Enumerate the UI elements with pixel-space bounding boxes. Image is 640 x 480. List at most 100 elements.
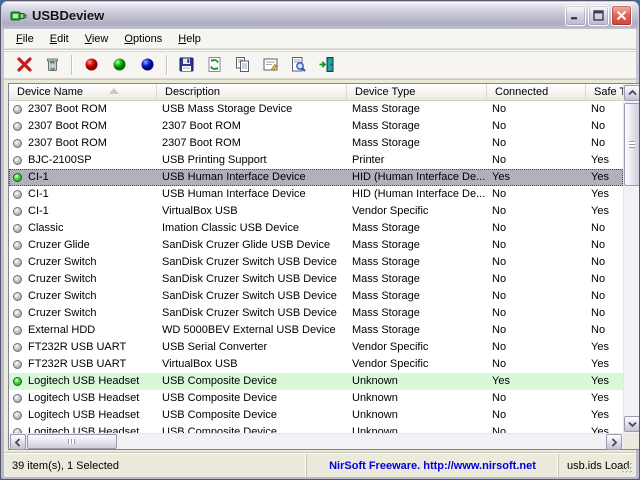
copy-button[interactable]: [230, 53, 254, 77]
device-row[interactable]: CI-1USB Human Interface DeviceHID (Human…: [9, 169, 623, 186]
column-header-description[interactable]: Description: [157, 84, 347, 101]
device-row[interactable]: Logitech USB HeadsetUSB Composite Device…: [9, 373, 623, 390]
column-label: Connected: [495, 86, 548, 98]
enable-disable-device-button[interactable]: [135, 53, 159, 77]
safe-to-unplug-cell: No: [586, 271, 623, 288]
device-name-text: Cruzer Switch: [28, 271, 96, 288]
status-nirsoft-link[interactable]: NirSoft Freeware. http://www.nirsoft.net: [306, 454, 558, 477]
device-name-cell: FT232R USB UART: [9, 356, 157, 373]
device-row[interactable]: Cruzer SwitchSanDisk Cruzer Switch USB D…: [9, 288, 623, 305]
nirsoft-freeware-text[interactable]: NirSoft Freeware. http://www.nirsoft.net: [329, 460, 536, 472]
scroll-left-button[interactable]: [10, 434, 26, 450]
device-type-cell: Vendor Specific: [347, 356, 487, 373]
device-row[interactable]: Cruzer SwitchSanDisk Cruzer Switch USB D…: [9, 271, 623, 288]
device-name-text: 2307 Boot ROM: [28, 135, 107, 152]
device-type-cell: Mass Storage: [347, 220, 487, 237]
menu-edit[interactable]: Edit: [42, 31, 77, 47]
title-bar[interactable]: USBDeview: [2, 2, 638, 29]
device-row[interactable]: 2307 Boot ROMUSB Mass Storage DeviceMass…: [9, 101, 623, 118]
device-row[interactable]: Cruzer SwitchSanDisk Cruzer Switch USB D…: [9, 254, 623, 271]
connected-cell: No: [487, 152, 586, 169]
close-button[interactable]: [611, 5, 632, 26]
description-cell: VirtualBox USB: [157, 356, 347, 373]
find-button[interactable]: [286, 53, 310, 77]
vertical-scrollbar[interactable]: [623, 84, 640, 433]
scroll-up-button[interactable]: [624, 85, 640, 101]
device-name-text: CI-1: [28, 203, 49, 220]
usbdeview-window: USBDeview FileEditViewOptionsHelp Device…: [0, 0, 640, 480]
device-name-text: Cruzer Glide: [28, 237, 90, 254]
connected-cell: No: [487, 101, 586, 118]
blue-ball-icon: [139, 56, 156, 73]
description-cell: 2307 Boot ROM: [157, 135, 347, 152]
horizontal-scroll-thumb[interactable]: [27, 434, 117, 449]
device-row[interactable]: ClassicImation Classic USB DeviceMass St…: [9, 220, 623, 237]
device-name-cell: 2307 Boot ROM: [9, 118, 157, 135]
device-row[interactable]: 2307 Boot ROM2307 Boot ROMMass StorageNo…: [9, 118, 623, 135]
device-row[interactable]: FT232R USB UARTVirtualBox USBVendor Spec…: [9, 356, 623, 373]
device-name-text: Classic: [28, 220, 63, 237]
disconnect-device-button[interactable]: [40, 53, 64, 77]
thumb-grip: [68, 439, 75, 444]
scroll-right-button[interactable]: [606, 434, 622, 450]
column-header-device-name[interactable]: Device Name: [9, 84, 157, 101]
description-cell: SanDisk Cruzer Switch USB Device: [157, 254, 347, 271]
device-row[interactable]: Logitech USB HeadsetUSB Composite Device…: [9, 407, 623, 424]
column-header-connected[interactable]: Connected: [487, 84, 586, 101]
description-cell: SanDisk Cruzer Switch USB Device: [157, 305, 347, 322]
device-type-cell: Unknown: [347, 407, 487, 424]
resize-grip-icon[interactable]: [621, 462, 634, 475]
device-row[interactable]: Logitech USB HeadsetUSB Composite Device…: [9, 424, 623, 433]
vertical-scroll-thumb[interactable]: [624, 103, 640, 186]
refresh-button[interactable]: [202, 53, 226, 77]
device-row[interactable]: 2307 Boot ROM2307 Boot ROMMass StorageNo…: [9, 135, 623, 152]
enable-device-button[interactable]: [107, 53, 131, 77]
properties-button[interactable]: [258, 53, 282, 77]
exit-button[interactable]: [314, 53, 338, 77]
device-name-cell: BJC-2100SP: [9, 152, 157, 169]
device-name-cell: 2307 Boot ROM: [9, 135, 157, 152]
disable-device-button[interactable]: [79, 53, 103, 77]
device-row[interactable]: Logitech USB HeadsetUSB Composite Device…: [9, 390, 623, 407]
connected-cell: No: [487, 135, 586, 152]
device-row[interactable]: CI-1VirtualBox USBVendor SpecificNoYes: [9, 203, 623, 220]
uninstall-device-button[interactable]: [12, 53, 36, 77]
device-name-cell: Cruzer Switch: [9, 271, 157, 288]
connected-cell: No: [487, 118, 586, 135]
device-row[interactable]: Cruzer Glide SanDisk Cruzer Glide USB Dev…: [9, 237, 623, 254]
description-cell: USB Composite Device: [157, 373, 347, 390]
menu-bar: FileEditViewOptionsHelp: [4, 29, 636, 49]
device-row[interactable]: FT232R USB UARTUSB Serial ConverterVendo…: [9, 339, 623, 356]
save-icon: [178, 56, 195, 73]
device-name-cell: 2307 Boot ROM: [9, 101, 157, 118]
menu-view[interactable]: View: [77, 31, 117, 47]
device-status-led-icon: [13, 156, 22, 165]
scroll-down-button[interactable]: [624, 416, 640, 432]
window-title: USBDeview: [32, 8, 104, 23]
description-cell: SanDisk Cruzer Glide USB Device: [157, 237, 347, 254]
device-type-cell: Vendor Specific: [347, 339, 487, 356]
device-row[interactable]: BJC-2100SPUSB Printing SupportPrinterNoY…: [9, 152, 623, 169]
safe-to-unplug-cell: No: [586, 305, 623, 322]
menu-file[interactable]: File: [8, 31, 42, 47]
maximize-button[interactable]: [588, 5, 609, 26]
window-controls: [565, 5, 634, 26]
connected-cell: Yes: [487, 169, 586, 186]
column-header-device-type[interactable]: Device Type: [347, 84, 487, 101]
connected-cell: No: [487, 339, 586, 356]
safe-to-unplug-cell: Yes: [586, 152, 623, 169]
device-row[interactable]: Cruzer SwitchSanDisk Cruzer Switch USB D…: [9, 305, 623, 322]
device-row[interactable]: CI-1USB Human Interface DeviceHID (Human…: [9, 186, 623, 203]
device-status-led-icon: [13, 258, 22, 267]
menu-options[interactable]: Options: [116, 31, 170, 47]
list-header: Device NameDescriptionDevice Type Connect…: [9, 84, 640, 101]
horizontal-scrollbar[interactable]: [9, 433, 623, 449]
minimize-button[interactable]: [565, 5, 586, 26]
save-button[interactable]: [174, 53, 198, 77]
device-row[interactable]: External HDDWD 5000BEV External USB Devi…: [9, 322, 623, 339]
device-name-cell: FT232R USB UART: [9, 339, 157, 356]
safe-to-unplug-cell: Yes: [586, 356, 623, 373]
device-type-cell: Mass Storage: [347, 271, 487, 288]
device-name-text: Logitech USB Headset: [28, 424, 139, 433]
menu-help[interactable]: Help: [170, 31, 209, 47]
